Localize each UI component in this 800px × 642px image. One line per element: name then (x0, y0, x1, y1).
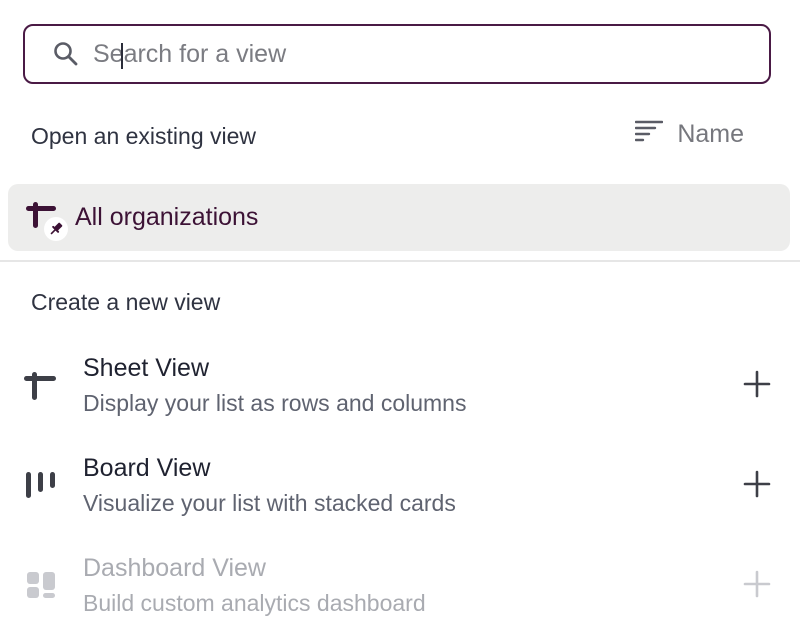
section-divider (0, 260, 800, 262)
existing-view-all-organizations[interactable]: All organizations (8, 184, 790, 251)
create-board-view-option[interactable]: Board View Visualize your list with stac… (0, 454, 800, 540)
sort-label: Name (677, 120, 744, 148)
create-dashboard-view-option[interactable]: Dashboard View Build custom analytics da… (0, 554, 800, 640)
option-description: Build custom analytics dashboard (83, 590, 426, 616)
option-title: Dashboard View (83, 554, 266, 582)
option-description: Visualize your list with stacked cards (83, 490, 456, 516)
add-icon[interactable] (743, 470, 771, 498)
create-view-heading: Create a new view (31, 289, 221, 315)
text-cursor (121, 43, 123, 69)
existing-view-label: All organizations (75, 203, 259, 231)
create-sheet-view-option[interactable]: Sheet View Display your list as rows and… (0, 354, 800, 440)
option-description: Display your list as rows and columns (83, 390, 467, 416)
sheet-view-icon (24, 372, 58, 406)
dashboard-view-icon (24, 572, 58, 606)
sheet-view-icon (26, 198, 68, 241)
option-title: Sheet View (83, 354, 210, 382)
add-icon[interactable] (743, 570, 771, 598)
board-view-icon (24, 472, 58, 506)
existing-views-heading: Open an existing view (31, 123, 257, 149)
search-input[interactable] (93, 39, 693, 69)
search-icon (51, 39, 81, 69)
search-box[interactable] (23, 24, 771, 84)
option-title: Board View (83, 454, 211, 482)
view-picker-panel: Open an existing view Name (0, 0, 800, 642)
sort-by-name-button[interactable]: Name (635, 120, 744, 149)
sort-icon (635, 120, 664, 149)
pin-icon (44, 216, 68, 241)
add-icon[interactable] (743, 370, 771, 398)
